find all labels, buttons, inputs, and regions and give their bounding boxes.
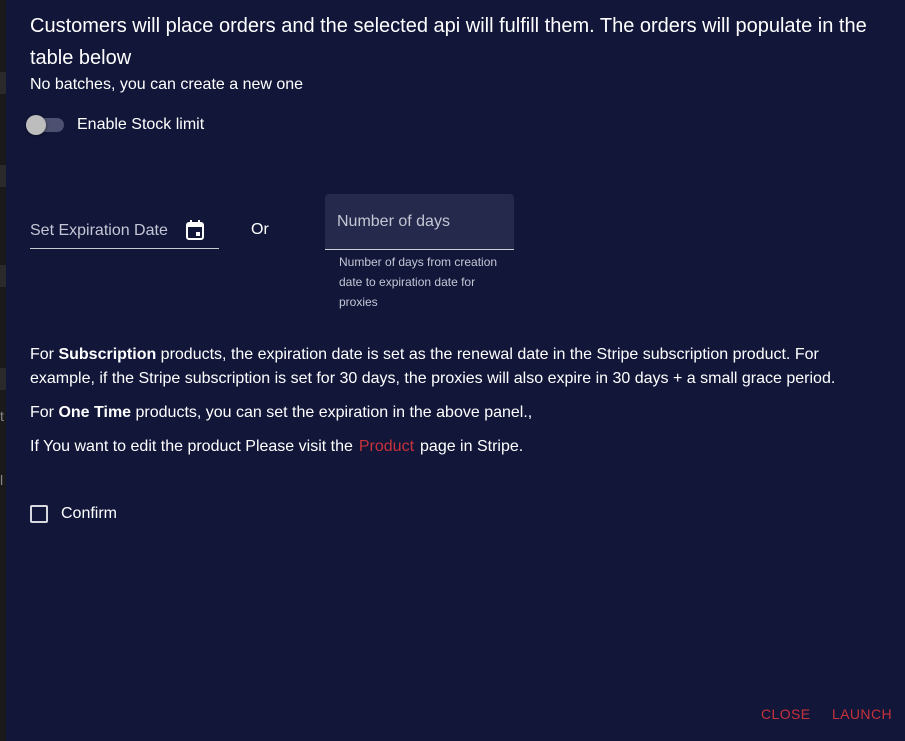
expiration-date-picker[interactable]: Set Expiration Date [30, 214, 219, 249]
info-text: products, you can set the expiration in … [131, 404, 533, 421]
toggle-thumb[interactable] [26, 115, 46, 135]
no-batches-message: No batches, you can create a new one [30, 76, 304, 93]
number-of-days-input[interactable]: Number of days [325, 194, 514, 250]
launch-dialog: Customers will place orders and the sele… [6, 0, 905, 741]
subscription-info-paragraph: For Subscription products, the expiratio… [30, 343, 860, 391]
calendar-icon[interactable] [186, 220, 204, 240]
dialog-intro-text: Customers will place orders and the sele… [30, 15, 867, 69]
toggle-track[interactable] [26, 115, 64, 135]
edit-product-paragraph: If You want to edit the product Please v… [30, 435, 860, 459]
background-text-fragment: l [0, 472, 4, 488]
info-bold-text: Subscription [58, 346, 157, 363]
launch-button[interactable]: LAUNCH [832, 706, 892, 722]
expiration-date-label: Set Expiration Date [30, 222, 168, 239]
close-button[interactable]: CLOSE [761, 706, 810, 722]
number-of-days-placeholder: Number of days [337, 213, 450, 230]
info-text: If You want to edit the product Please v… [30, 438, 353, 455]
number-of-days-helper-text: Number of days from creation date to exp… [339, 255, 498, 309]
info-text: For [30, 346, 59, 363]
stock-limit-toggle[interactable]: Enable Stock limit [26, 113, 205, 137]
one-time-info-paragraph: For One Time products, you can set the e… [30, 401, 860, 425]
or-separator: Or [251, 221, 269, 238]
background-text-fragment: t [0, 408, 4, 424]
confirm-checkbox[interactable] [30, 505, 48, 523]
confirm-checkbox-row[interactable]: Confirm [30, 503, 117, 525]
product-link[interactable]: Product [359, 438, 414, 455]
stock-limit-label: Enable Stock limit [77, 116, 205, 133]
info-text: page in Stripe. [420, 438, 524, 455]
confirm-label: Confirm [61, 505, 118, 522]
info-text: For [30, 404, 59, 421]
info-bold-text: One Time [58, 404, 132, 421]
